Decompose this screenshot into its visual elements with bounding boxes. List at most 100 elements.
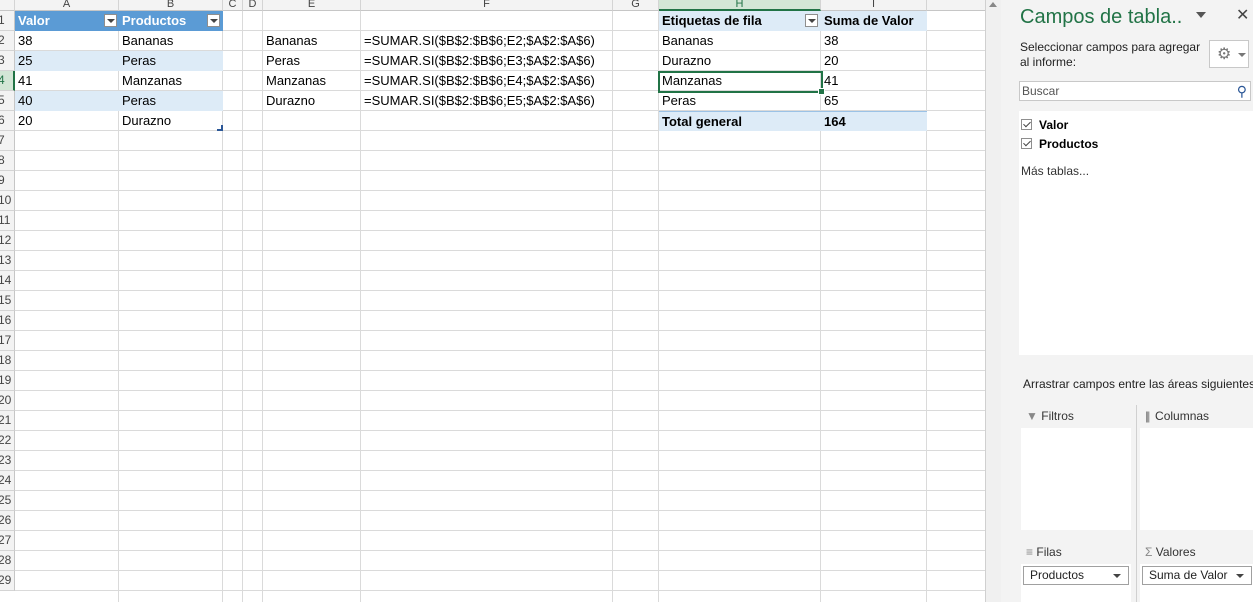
- table-cell[interactable]: 40: [15, 91, 119, 111]
- rows-field-pill[interactable]: Productos: [1023, 566, 1129, 585]
- formula-cell[interactable]: =SUMAR.SI($B$2:$B$6;E5;$A$2:$A$6): [361, 91, 613, 111]
- row-header[interactable]: 11: [0, 211, 15, 231]
- settings-button[interactable]: ⚙: [1209, 40, 1249, 68]
- columns-drop-zone[interactable]: [1140, 428, 1253, 530]
- row-header[interactable]: 19: [0, 371, 15, 391]
- table-cell[interactable]: Manzanas: [119, 71, 223, 91]
- row-header[interactable]: 15: [0, 291, 15, 311]
- row-header[interactable]: 27: [0, 531, 15, 551]
- row-header[interactable]: 28: [0, 551, 15, 571]
- pivot-row-value[interactable]: 20: [821, 51, 927, 71]
- panel-splitter[interactable]: [1001, 0, 1012, 602]
- table-cell[interactable]: 20: [15, 111, 119, 131]
- rows-icon: ≡: [1026, 545, 1034, 559]
- row-header[interactable]: 24: [0, 471, 15, 491]
- search-icon[interactable]: ⚲: [1237, 83, 1247, 100]
- chevron-down-icon[interactable]: [1113, 574, 1121, 578]
- values-field-pill[interactable]: Suma de Valor: [1142, 566, 1252, 585]
- column-header-d[interactable]: D: [243, 0, 263, 11]
- row-header[interactable]: 21: [0, 411, 15, 431]
- field-item-productos[interactable]: Productos: [1021, 135, 1098, 153]
- row-header[interactable]: 13: [0, 251, 15, 271]
- pivot-row-value[interactable]: 41: [821, 71, 927, 91]
- pivot-header-sum-values[interactable]: Suma de Valor: [821, 11, 927, 31]
- filter-dropdown-productos[interactable]: [207, 14, 220, 27]
- pivot-filter-dropdown[interactable]: [805, 14, 818, 27]
- row-header[interactable]: 1: [0, 11, 15, 31]
- row-header[interactable]: 14: [0, 271, 15, 291]
- row-header[interactable]: 18: [0, 351, 15, 371]
- gridline-horizontal: [15, 190, 985, 191]
- vertical-scrollbar[interactable]: [985, 0, 1001, 602]
- row-header[interactable]: 5: [0, 91, 15, 111]
- pivot-row-label[interactable]: Bananas: [659, 31, 821, 51]
- row-header[interactable]: 7: [0, 131, 15, 151]
- column-header-c[interactable]: C: [223, 0, 243, 11]
- table-resize-handle[interactable]: [217, 125, 223, 131]
- row-header[interactable]: 3: [0, 51, 15, 71]
- formula-label-cell[interactable]: Durazno: [263, 91, 361, 111]
- select-all-corner[interactable]: [0, 0, 15, 11]
- scroll-up-icon[interactable]: [989, 2, 997, 7]
- field-item-valor[interactable]: Valor: [1021, 116, 1068, 134]
- row-header[interactable]: 6: [0, 111, 15, 131]
- column-header-h[interactable]: H: [659, 0, 821, 11]
- row-header[interactable]: 22: [0, 431, 15, 451]
- column-header-b[interactable]: B: [119, 0, 223, 11]
- table-cell[interactable]: Peras: [119, 91, 223, 111]
- row-header[interactable]: 23: [0, 451, 15, 471]
- row-header[interactable]: 20: [0, 391, 15, 411]
- gridline-horizontal: [15, 170, 985, 171]
- panel-options-chevron-icon[interactable]: [1196, 12, 1206, 18]
- chevron-down-icon[interactable]: [1236, 574, 1244, 578]
- pivot-row-value[interactable]: 65: [821, 91, 927, 111]
- filter-dropdown-valor[interactable]: [104, 14, 117, 27]
- column-header-i[interactable]: I: [821, 0, 927, 11]
- table-cell[interactable]: Peras: [119, 51, 223, 71]
- column-header-f[interactable]: F: [361, 0, 613, 11]
- row-header[interactable]: 10: [0, 191, 15, 211]
- row-header[interactable]: 26: [0, 511, 15, 531]
- fill-handle[interactable]: [818, 88, 825, 95]
- table-cell[interactable]: 25: [15, 51, 119, 71]
- active-cell-selection[interactable]: [658, 71, 823, 93]
- search-input[interactable]: [1020, 82, 1222, 100]
- formula-cell[interactable]: =SUMAR.SI($B$2:$B$6;E3;$A$2:$A$6): [361, 51, 613, 71]
- pivot-total-label[interactable]: Total general: [659, 111, 821, 131]
- row-header[interactable]: 29: [0, 571, 15, 591]
- columns-icon: |||: [1145, 409, 1151, 423]
- pivot-total-value[interactable]: 164: [821, 111, 927, 131]
- search-box[interactable]: ⚲: [1019, 81, 1251, 101]
- column-header-g[interactable]: G: [613, 0, 659, 11]
- checkbox-valor[interactable]: [1021, 119, 1032, 130]
- table-cell[interactable]: Bananas: [119, 31, 223, 51]
- pivot-header-row-labels[interactable]: Etiquetas de fila: [659, 11, 821, 31]
- formula-label-cell[interactable]: Manzanas: [263, 71, 361, 91]
- table-cell[interactable]: 38: [15, 31, 119, 51]
- formula-cell[interactable]: =SUMAR.SI($B$2:$B$6;E4;$A$2:$A$6): [361, 71, 613, 91]
- row-header[interactable]: 16: [0, 311, 15, 331]
- formula-cell[interactable]: =SUMAR.SI($B$2:$B$6;E2;$A$2:$A$6): [361, 31, 613, 51]
- pivot-row-label[interactable]: Durazno: [659, 51, 821, 71]
- formula-label-cell[interactable]: Bananas: [263, 31, 361, 51]
- filters-drop-zone[interactable]: [1021, 428, 1131, 530]
- table-cell[interactable]: Durazno: [119, 111, 223, 131]
- column-header-a[interactable]: A: [15, 0, 119, 11]
- row-header[interactable]: 9: [0, 171, 15, 191]
- table-cell[interactable]: 41: [15, 71, 119, 91]
- row-header[interactable]: 2: [0, 31, 15, 51]
- row-header[interactable]: 17: [0, 331, 15, 351]
- spreadsheet-grid[interactable]: ABCDEFGHI 123456789101112131415161718192…: [0, 0, 985, 602]
- row-header[interactable]: 4: [0, 71, 15, 91]
- more-tables-link[interactable]: Más tablas...: [1021, 164, 1089, 178]
- pivot-row-label[interactable]: Peras: [659, 91, 821, 111]
- column-header-e[interactable]: E: [263, 0, 361, 11]
- row-header[interactable]: 25: [0, 491, 15, 511]
- row-header[interactable]: 8: [0, 151, 15, 171]
- gridline-horizontal: [15, 590, 985, 591]
- checkbox-productos[interactable]: [1021, 138, 1032, 149]
- formula-label-cell[interactable]: Peras: [263, 51, 361, 71]
- row-header[interactable]: 12: [0, 231, 15, 251]
- close-icon[interactable]: ✕: [1236, 5, 1249, 25]
- pivot-row-value[interactable]: 38: [821, 31, 927, 51]
